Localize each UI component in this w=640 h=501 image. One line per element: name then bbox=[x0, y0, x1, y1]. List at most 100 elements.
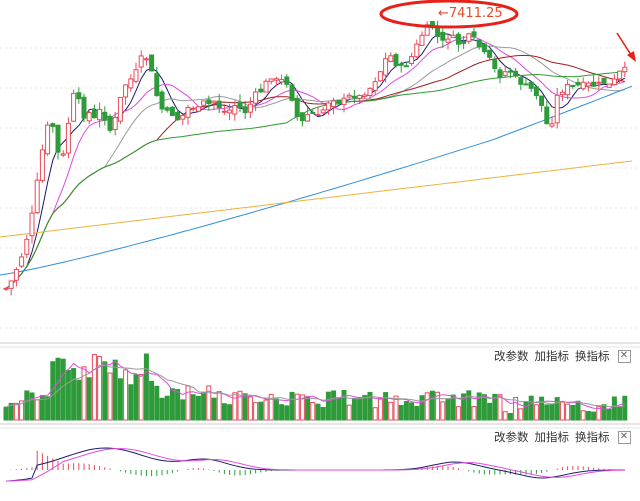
candle-body bbox=[112, 116, 118, 130]
candle-body bbox=[133, 69, 139, 82]
volume-bar bbox=[221, 403, 227, 421]
candle-body bbox=[29, 212, 35, 237]
volume-bar bbox=[107, 372, 113, 421]
candle-body bbox=[435, 28, 441, 37]
candle-body bbox=[268, 78, 274, 82]
volume-bar bbox=[138, 374, 144, 421]
candle-body bbox=[336, 99, 342, 104]
volume-bar bbox=[325, 391, 331, 421]
volume-bar bbox=[227, 404, 233, 421]
volume-bar bbox=[315, 403, 321, 421]
candle-body bbox=[393, 54, 399, 67]
switch-indicator-button[interactable]: 换指标 bbox=[575, 348, 610, 364]
volume-bar bbox=[253, 402, 259, 421]
candle-body bbox=[299, 112, 305, 122]
volume-bar bbox=[143, 353, 149, 421]
candle-body bbox=[476, 39, 482, 48]
volume-bar bbox=[403, 401, 409, 421]
stock-chart[interactable] bbox=[0, 0, 640, 501]
volume-bar bbox=[362, 394, 368, 421]
candle-body bbox=[237, 101, 243, 109]
add-indicator-button[interactable]: 加指标 bbox=[535, 429, 570, 445]
volume-bar bbox=[575, 400, 581, 421]
edit-params-button[interactable]: 改参数 bbox=[494, 348, 529, 364]
candle-body bbox=[45, 124, 51, 155]
volume-bar bbox=[383, 392, 389, 421]
candle-body bbox=[596, 81, 602, 84]
volume-bar bbox=[232, 392, 238, 421]
volume-bar bbox=[169, 388, 175, 421]
candle-body bbox=[117, 96, 123, 122]
candle-body bbox=[8, 280, 14, 289]
volume-bar bbox=[216, 391, 222, 421]
candle-body bbox=[606, 83, 612, 88]
candle-body bbox=[357, 94, 363, 99]
candle-body bbox=[414, 43, 420, 58]
volume-bar bbox=[455, 406, 461, 421]
volume-bar bbox=[258, 401, 264, 421]
volume-bar bbox=[45, 396, 51, 421]
candle-body bbox=[591, 81, 597, 87]
volume-bar bbox=[409, 402, 415, 421]
volume-bar bbox=[554, 397, 560, 421]
candle-body bbox=[39, 149, 45, 182]
volume-bar bbox=[601, 404, 607, 421]
candle-body bbox=[419, 34, 425, 46]
volume-bar bbox=[247, 396, 253, 421]
candle-body bbox=[450, 34, 456, 39]
volume-bar bbox=[91, 354, 97, 421]
candle-body bbox=[398, 63, 404, 66]
volume-bar bbox=[507, 412, 513, 421]
volume-bar bbox=[133, 374, 139, 421]
candle-body bbox=[263, 80, 269, 93]
volume-bar bbox=[86, 377, 92, 421]
volume-bar bbox=[611, 396, 617, 421]
volume-bar bbox=[533, 404, 539, 421]
volume-bar bbox=[419, 395, 425, 421]
candle-body bbox=[149, 54, 155, 72]
volume-bar bbox=[622, 395, 628, 421]
candle-body bbox=[289, 84, 295, 101]
candle-body bbox=[242, 106, 248, 114]
candle-body bbox=[611, 78, 617, 86]
candle-body bbox=[247, 103, 253, 113]
candle-body bbox=[461, 40, 467, 44]
volume-bar bbox=[357, 396, 363, 421]
volume-bar bbox=[518, 408, 524, 421]
candle-body bbox=[559, 91, 565, 96]
macd-panel-toolbar: 改参数 加指标 换指标 ✕ bbox=[494, 429, 640, 445]
volume-bar bbox=[539, 396, 545, 421]
volume-bar bbox=[29, 392, 35, 421]
candle-body bbox=[13, 269, 19, 281]
candle-body bbox=[617, 70, 623, 80]
candle-body bbox=[34, 179, 40, 214]
macd-lines bbox=[5, 447, 625, 482]
candle-body bbox=[71, 92, 77, 122]
volume-bar bbox=[149, 380, 155, 421]
candle-body bbox=[372, 81, 378, 91]
volume-bar bbox=[523, 401, 529, 421]
candle-body bbox=[554, 94, 560, 124]
volume-bar bbox=[591, 411, 597, 421]
dif-line bbox=[5, 447, 625, 482]
volume-bar bbox=[102, 361, 108, 421]
candle-body bbox=[341, 97, 347, 106]
volume-bar bbox=[341, 390, 347, 421]
candle-body bbox=[227, 109, 233, 114]
price-gridlines bbox=[0, 47, 640, 329]
add-indicator-button[interactable]: 加指标 bbox=[535, 348, 570, 364]
close-icon[interactable]: ✕ bbox=[617, 349, 631, 363]
candle-body bbox=[232, 104, 238, 115]
volume-bar bbox=[112, 359, 118, 421]
switch-indicator-button[interactable]: 换指标 bbox=[575, 429, 610, 445]
edit-params-button[interactable]: 改参数 bbox=[494, 429, 529, 445]
candle-body bbox=[549, 123, 555, 127]
volume-bar bbox=[195, 395, 201, 421]
candle-body bbox=[565, 83, 571, 96]
close-icon[interactable]: ✕ bbox=[617, 430, 631, 444]
candle-body bbox=[580, 81, 586, 90]
volume-bar bbox=[190, 394, 196, 421]
volume-bar bbox=[471, 406, 477, 421]
volume-bar bbox=[305, 396, 311, 421]
candle-body bbox=[497, 69, 503, 78]
